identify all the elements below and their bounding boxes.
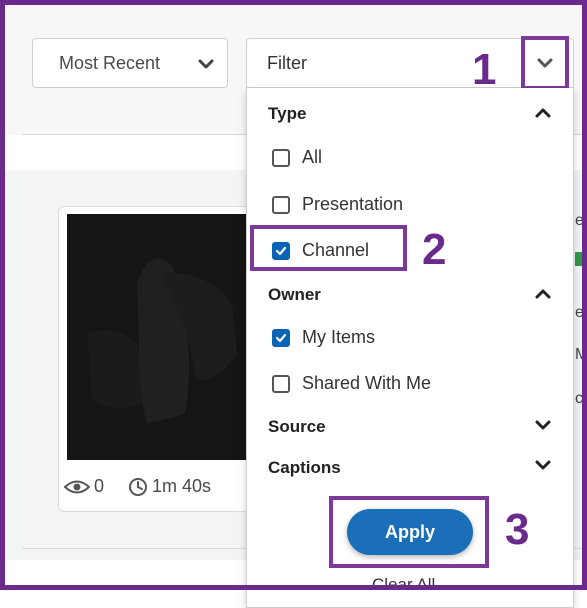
checkbox-my-items[interactable] bbox=[272, 328, 290, 347]
sort-dropdown[interactable]: Most Recent bbox=[32, 38, 228, 88]
chevron-down-icon[interactable] bbox=[534, 418, 552, 432]
eye-icon bbox=[64, 480, 90, 493]
type-option-all[interactable]: All bbox=[272, 147, 322, 168]
checkbox-shared-with-me[interactable] bbox=[272, 374, 290, 393]
step-number-3: 3 bbox=[505, 505, 530, 554]
duration-value: 1m 40s bbox=[152, 476, 212, 496]
option-label: My Items bbox=[302, 327, 376, 347]
checkmark-icon bbox=[275, 333, 287, 342]
media-card[interactable] bbox=[58, 206, 258, 512]
chevron-up-icon[interactable] bbox=[534, 287, 552, 301]
step-number-1: 1 bbox=[472, 45, 497, 94]
thumbnail-image bbox=[67, 214, 252, 460]
next-card-text-fragment: c bbox=[575, 390, 583, 407]
checkbox-presentation[interactable] bbox=[272, 195, 290, 214]
video-thumbnail[interactable] bbox=[67, 214, 252, 460]
type-section-header[interactable]: Type bbox=[268, 104, 306, 124]
views-count: 0 bbox=[94, 476, 105, 496]
next-card-text-fragment: M bbox=[575, 346, 587, 363]
captions-section-header[interactable]: Captions bbox=[268, 458, 341, 478]
option-label: All bbox=[302, 147, 323, 167]
filter-dropdown-label: Filter bbox=[267, 52, 307, 73]
chevron-down-icon bbox=[537, 58, 553, 68]
source-section-header[interactable]: Source bbox=[268, 417, 326, 437]
duration-stat: 1m 40s bbox=[128, 476, 211, 497]
type-option-presentation[interactable]: Presentation bbox=[272, 194, 403, 215]
owner-option-shared-with-me[interactable]: Shared With Me bbox=[272, 373, 431, 394]
views-stat: 0 bbox=[64, 476, 104, 497]
next-card-status-badge bbox=[575, 252, 587, 266]
owner-section-header[interactable]: Owner bbox=[268, 285, 321, 305]
step-2-highlight bbox=[250, 225, 407, 271]
filter-toggle-button[interactable] bbox=[521, 36, 569, 90]
chevron-down-icon[interactable] bbox=[534, 458, 552, 472]
clear-all-link[interactable]: Clear All bbox=[372, 575, 435, 595]
option-label: Presentation bbox=[302, 194, 404, 214]
sort-dropdown-value: Most Recent bbox=[59, 52, 161, 73]
checkbox-all[interactable] bbox=[272, 148, 290, 167]
apply-button[interactable]: Apply bbox=[347, 509, 473, 555]
option-label: Shared With Me bbox=[302, 373, 432, 393]
next-card-text-fragment: e bbox=[575, 212, 584, 229]
step-number-2: 2 bbox=[422, 225, 447, 274]
next-card-text-fragment: e bbox=[575, 304, 584, 321]
owner-option-my-items[interactable]: My Items bbox=[272, 327, 375, 348]
clock-icon bbox=[129, 477, 147, 496]
chevron-up-icon[interactable] bbox=[534, 106, 552, 120]
chevron-down-icon bbox=[198, 59, 214, 69]
